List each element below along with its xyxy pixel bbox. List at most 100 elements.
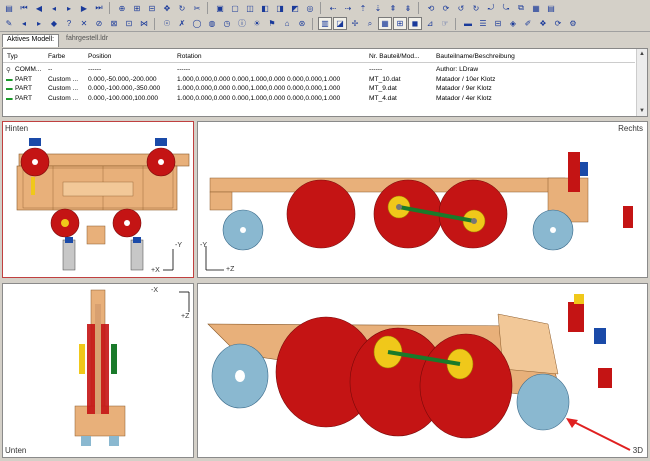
move-fwd-icon[interactable]: ⇞ bbox=[386, 2, 400, 15]
target-icon[interactable]: ◎ bbox=[303, 2, 317, 15]
move-back-icon[interactable]: ⇟ bbox=[401, 2, 415, 15]
move-right-icon[interactable]: ⇢ bbox=[341, 2, 355, 15]
folder-icon[interactable]: ▥ bbox=[318, 17, 332, 30]
move-up-icon[interactable]: ⇡ bbox=[356, 2, 370, 15]
rot-z-icon[interactable]: ↺ bbox=[454, 2, 468, 15]
view-front-icon[interactable]: ▣ bbox=[213, 2, 227, 15]
table-cell: ------ bbox=[177, 66, 191, 73]
forward-icon[interactable]: ▸ bbox=[62, 2, 76, 15]
tag-icon[interactable]: ⌂ bbox=[280, 17, 294, 30]
view-top-icon[interactable]: ◫ bbox=[243, 2, 257, 15]
show-icon[interactable]: ☉ bbox=[160, 17, 174, 30]
brick-icon[interactable]: ▬ bbox=[461, 17, 475, 30]
image-icon[interactable]: ⊟ bbox=[491, 17, 505, 30]
axis-y-label: -Y bbox=[200, 242, 207, 249]
scroll-down-icon[interactable]: ▼ bbox=[639, 108, 645, 114]
table-row[interactable]: PART Custom ... 0.000,-100.000,-350.000 1.0… bbox=[3, 85, 635, 94]
clock-icon[interactable]: ◷ bbox=[220, 17, 234, 30]
col-type[interactable]: Typ bbox=[7, 53, 18, 60]
rot-zn-icon[interactable]: ⤿ bbox=[499, 2, 513, 15]
paint-icon[interactable]: ✐ bbox=[521, 17, 535, 30]
calc-icon[interactable]: ▤ bbox=[544, 2, 558, 15]
help-icon[interactable]: ? bbox=[62, 17, 76, 30]
rot-x-icon[interactable]: ⟲ bbox=[424, 2, 438, 15]
zoom-in-icon[interactable]: ⊞ bbox=[130, 2, 144, 15]
diamond-icon[interactable]: ◆ bbox=[47, 17, 61, 30]
edit-icon[interactable]: ✎ bbox=[2, 17, 16, 30]
rot-yn-icon[interactable]: ⤾ bbox=[484, 2, 498, 15]
col-rotation[interactable]: Rotation bbox=[177, 53, 202, 60]
chart-icon[interactable]: ◪ bbox=[333, 17, 347, 30]
table-row[interactable]: PART Custom ... 0.000,-50.000,-200.000 1.00… bbox=[3, 76, 635, 85]
hide-icon[interactable]: ⊘ bbox=[92, 17, 106, 30]
table-icon[interactable]: ⊞ bbox=[393, 17, 407, 30]
pan-icon[interactable]: ✥ bbox=[160, 2, 174, 15]
arrow-right-icon[interactable]: ▸ bbox=[32, 17, 46, 30]
cancel-icon[interactable]: ✗ bbox=[175, 17, 189, 30]
table-cell: 1.000,0.000,0.000 0.000,1.000,0.000 0.00… bbox=[177, 94, 341, 102]
arrow-left-icon[interactable]: ◂ bbox=[17, 17, 31, 30]
view-bottom-icon[interactable]: ◧ bbox=[258, 2, 272, 15]
viewport-bottom[interactable]: Unten -X +Z bbox=[2, 283, 194, 458]
pointer-icon[interactable]: ☞ bbox=[438, 17, 452, 30]
ring-icon[interactable]: ◯ bbox=[190, 17, 204, 30]
layout-icon[interactable]: ◼ bbox=[408, 17, 422, 30]
axis-x-label: +X bbox=[151, 267, 160, 274]
first-step-icon[interactable]: ⏮ bbox=[17, 2, 31, 15]
col-description[interactable]: Bauteilname/Beschreibung bbox=[436, 53, 515, 60]
table-cell: -- bbox=[48, 66, 53, 73]
stack-icon[interactable]: ☰ bbox=[476, 17, 490, 30]
zoom-icon[interactable]: ⊕ bbox=[115, 2, 129, 15]
viewport-right-canvas bbox=[205, 152, 633, 271]
next-step-icon[interactable]: ▶ bbox=[77, 2, 91, 15]
globe-icon[interactable]: ⊛ bbox=[295, 17, 309, 30]
table-row[interactable]: PART Custom ... 0.000,-100.000,100.000 1.00… bbox=[3, 95, 635, 104]
measure-icon[interactable]: ⊿ bbox=[423, 17, 437, 30]
rot-xn-icon[interactable]: ↻ bbox=[469, 2, 483, 15]
paste-icon[interactable]: ▦ bbox=[529, 2, 543, 15]
light-icon[interactable]: ☀ bbox=[250, 17, 264, 30]
tab-model-file[interactable]: fahrgestell.ldr bbox=[62, 34, 112, 47]
copy-icon[interactable]: ⧉ bbox=[514, 2, 528, 15]
viewport-right[interactable]: Rechts -Y +Z bbox=[197, 121, 648, 278]
view-right-icon[interactable]: ◩ bbox=[288, 2, 302, 15]
view-left-icon[interactable]: ◨ bbox=[273, 2, 287, 15]
info-icon[interactable]: ⓘ bbox=[235, 17, 249, 30]
render-icon[interactable]: ◈ bbox=[506, 17, 520, 30]
col-color[interactable]: Farbe bbox=[48, 53, 65, 60]
col-position[interactable]: Position bbox=[88, 53, 111, 60]
cut-icon[interactable]: ✂ bbox=[190, 2, 204, 15]
group-icon[interactable]: ⊠ bbox=[107, 17, 121, 30]
delete-icon[interactable]: ✕ bbox=[77, 17, 91, 30]
rotate3d-icon[interactable]: ⟳ bbox=[551, 17, 565, 30]
separator bbox=[312, 17, 316, 30]
prev-step-icon[interactable]: ◀ bbox=[32, 2, 46, 15]
viewport-3d[interactable]: 3D bbox=[197, 283, 648, 458]
move-down-icon[interactable]: ⇣ bbox=[371, 2, 385, 15]
scroll-up-icon[interactable]: ▲ bbox=[639, 51, 645, 57]
table-row[interactable]: COMM... -- ------ ------ ------ Author: LDraw… bbox=[3, 66, 635, 75]
search-icon[interactable]: ⌕ bbox=[363, 17, 377, 30]
col-part-number[interactable]: Nr. Bauteil/Mod... bbox=[369, 53, 420, 60]
mirror-icon[interactable]: ⋈ bbox=[137, 17, 151, 30]
zoom-out-icon[interactable]: ⊟ bbox=[145, 2, 159, 15]
flag-icon[interactable]: ⚑ bbox=[265, 17, 279, 30]
print-icon[interactable]: ▤ bbox=[2, 2, 16, 15]
ungroup-icon[interactable]: ⊡ bbox=[122, 17, 136, 30]
move-left-icon[interactable]: ⇠ bbox=[326, 2, 340, 15]
tab-active-model[interactable]: Aktives Modell: bbox=[2, 34, 60, 47]
axes-icon[interactable]: ✢ bbox=[348, 17, 362, 30]
parts-table: Typ Farbe Position Rotation Nr. Bauteil/… bbox=[2, 48, 648, 117]
rot-y-icon[interactable]: ⟳ bbox=[439, 2, 453, 15]
color-icon[interactable]: ❖ bbox=[536, 17, 550, 30]
separator bbox=[418, 2, 422, 14]
last-step-icon[interactable]: ⏭ bbox=[92, 2, 106, 15]
back-icon[interactable]: ◂ bbox=[47, 2, 61, 15]
viewport-back[interactable]: Hinten -Y +X bbox=[2, 121, 194, 278]
grid-icon[interactable]: ▦ bbox=[378, 17, 392, 30]
settings-icon[interactable]: ⚙ bbox=[566, 17, 580, 30]
layer-icon[interactable]: ◍ bbox=[205, 17, 219, 30]
view-back-icon[interactable]: ▢ bbox=[228, 2, 242, 15]
rotate-icon[interactable]: ↻ bbox=[175, 2, 189, 15]
table-scrollbar[interactable]: ▲ ▼ bbox=[636, 49, 647, 116]
